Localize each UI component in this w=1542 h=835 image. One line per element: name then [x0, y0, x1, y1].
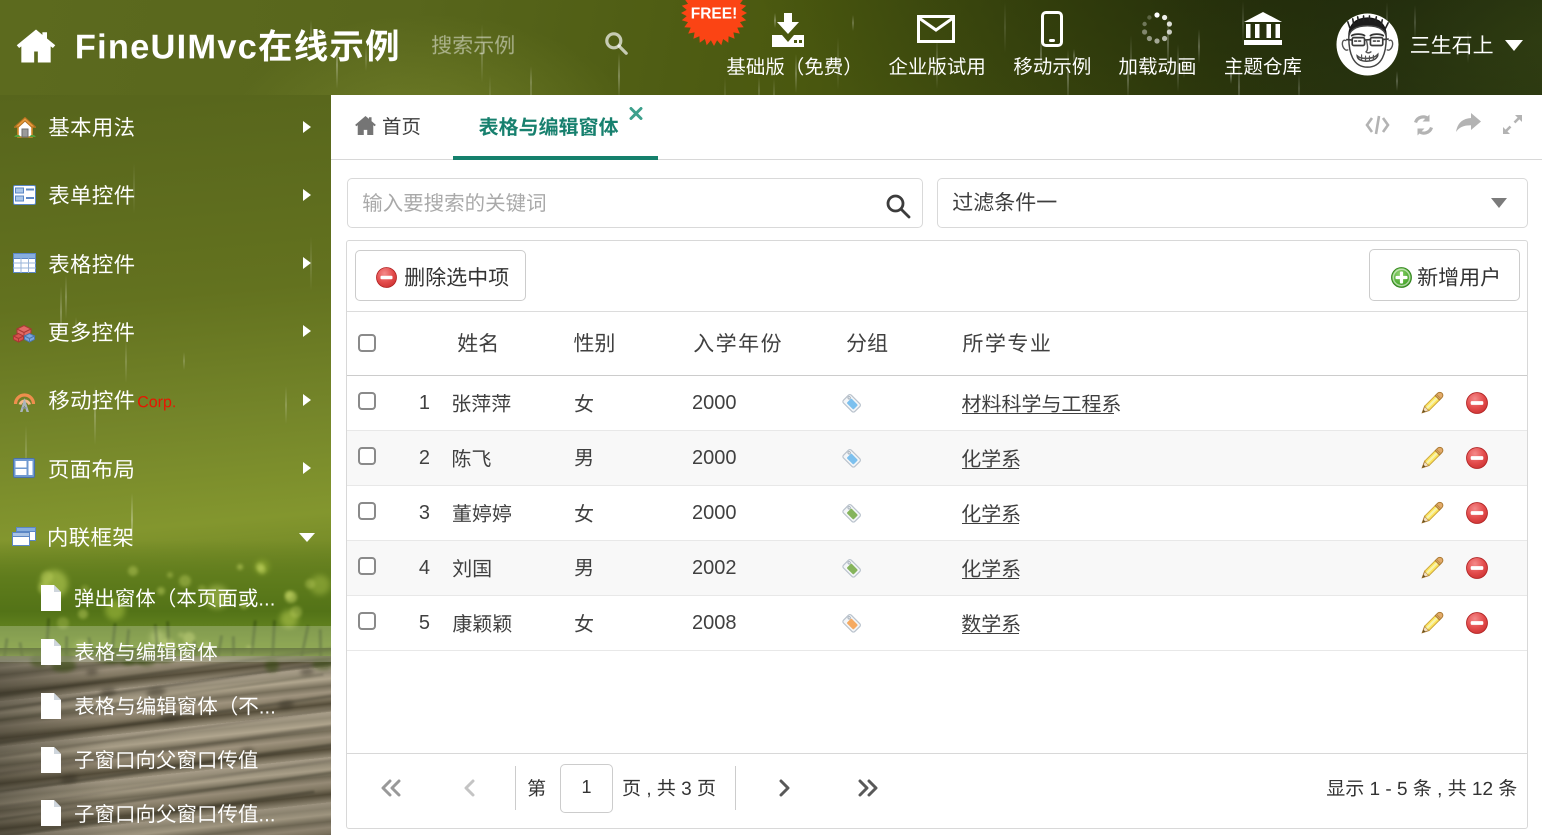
svg-text:FREE!: FREE!: [691, 6, 738, 23]
